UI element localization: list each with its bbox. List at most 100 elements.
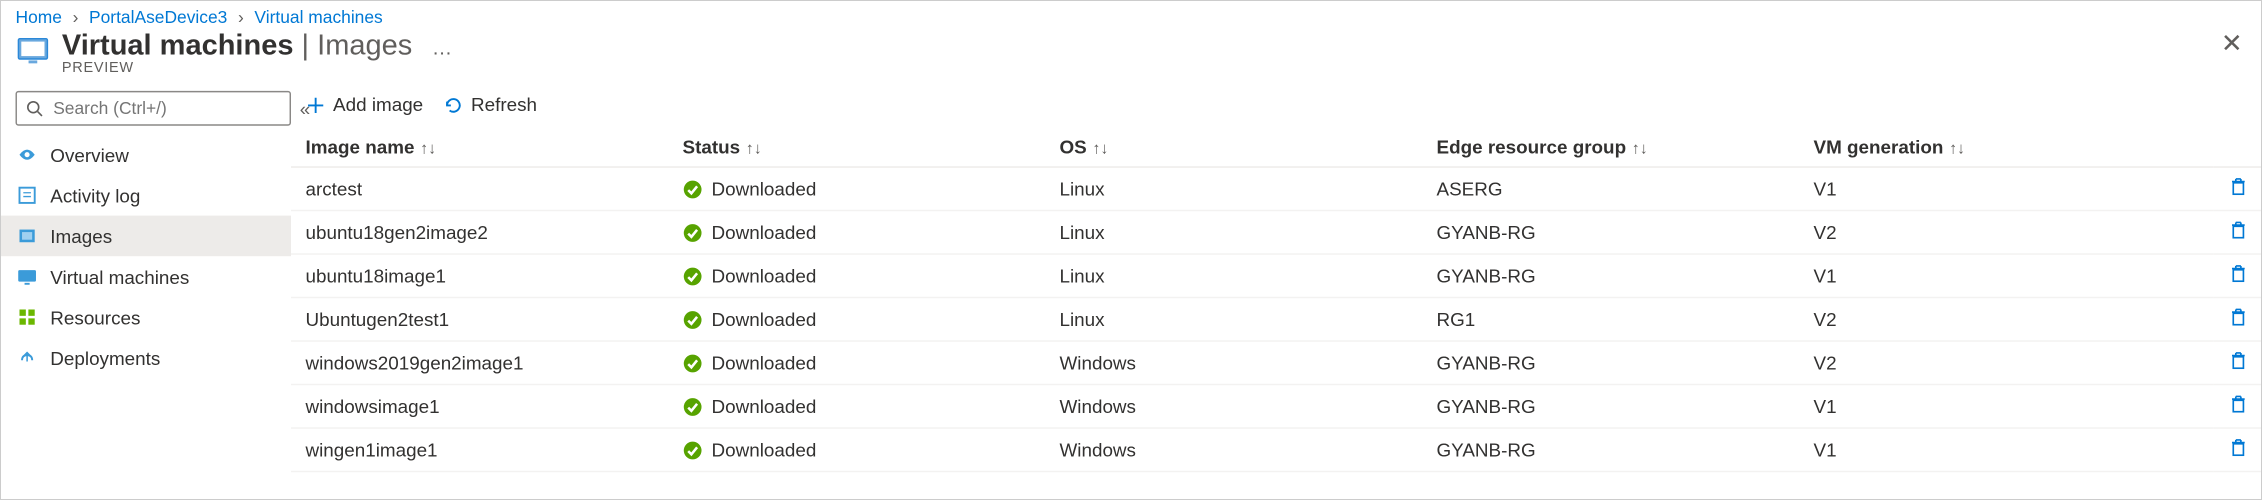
breadcrumb-home[interactable]: Home <box>16 7 62 27</box>
plus-icon <box>306 95 326 115</box>
cell-image-name: ubuntu18gen2image2 <box>291 211 668 255</box>
cell-rg: GYANB-RG <box>1422 254 1799 298</box>
table-row[interactable]: windows2019gen2image1DownloadedWindowsGY… <box>291 341 2262 385</box>
trash-icon <box>2228 176 2248 196</box>
cell-image-name: wingen1image1 <box>291 428 668 472</box>
column-header-rg[interactable]: Edge resource group↑↓ <box>1422 127 1799 167</box>
search-input[interactable] <box>16 91 292 126</box>
breadcrumb-vm[interactable]: Virtual machines <box>254 7 382 27</box>
success-icon <box>683 353 703 373</box>
column-header-name[interactable]: Image name↑↓ <box>291 127 668 167</box>
table-header-row: Image name↑↓ Status↑↓ OS↑↓ Edge resource… <box>291 127 2262 167</box>
page-header: Virtual machines | Images … PREVIEW ✕ <box>1 30 2262 85</box>
deployments-icon <box>16 346 39 369</box>
table-row[interactable]: arctestDownloadedLinuxASERGV1 <box>291 167 2262 211</box>
sort-icon: ↑↓ <box>420 140 436 157</box>
trash-icon <box>2228 307 2248 327</box>
cell-status: Downloaded <box>668 341 1045 385</box>
delete-button[interactable] <box>2228 307 2248 327</box>
sidebar-item-label: Images <box>50 225 112 247</box>
cell-gen: V1 <box>1799 254 2214 298</box>
sort-icon: ↑↓ <box>1632 140 1648 157</box>
refresh-label: Refresh <box>471 94 537 116</box>
delete-button[interactable] <box>2228 394 2248 414</box>
cell-image-name: Ubuntugen2test1 <box>291 298 668 342</box>
breadcrumb: Home › PortalAseDevice3 › Virtual machin… <box>1 1 2262 30</box>
chevron-right-icon: › <box>67 7 84 27</box>
cell-status: Downloaded <box>668 254 1045 298</box>
success-icon <box>683 222 703 242</box>
cell-status: Downloaded <box>668 298 1045 342</box>
sort-icon: ↑↓ <box>1949 140 1965 157</box>
cell-gen: V1 <box>1799 385 2214 429</box>
sidebar: « Overview Activity log Images <box>1 85 291 500</box>
cell-os: Linux <box>1045 254 1422 298</box>
cell-gen: V2 <box>1799 341 2214 385</box>
overview-icon <box>16 143 39 166</box>
images-icon <box>16 224 39 247</box>
add-image-label: Add image <box>333 94 423 116</box>
cell-gen: V1 <box>1799 428 2214 472</box>
trash-icon <box>2228 350 2248 370</box>
delete-button[interactable] <box>2228 350 2248 370</box>
breadcrumb-device[interactable]: PortalAseDevice3 <box>89 7 227 27</box>
sidebar-item-deployments[interactable]: Deployments <box>1 337 291 378</box>
delete-button[interactable] <box>2228 263 2248 283</box>
activity-log-icon <box>16 184 39 207</box>
table-row[interactable]: Ubuntugen2test1DownloadedLinuxRG1V2 <box>291 298 2262 342</box>
main-content: Add image Refresh Image name↑↓ Status↑↓ … <box>291 85 2262 500</box>
column-header-status[interactable]: Status↑↓ <box>668 127 1045 167</box>
sidebar-item-overview[interactable]: Overview <box>1 134 291 175</box>
cell-os: Linux <box>1045 167 1422 211</box>
success-icon <box>683 396 703 416</box>
sidebar-item-label: Resources <box>50 306 140 328</box>
sidebar-item-resources[interactable]: Resources <box>1 297 291 338</box>
table-row[interactable]: wingen1image1DownloadedWindowsGYANB-RGV1 <box>291 428 2262 472</box>
cell-image-name: windowsimage1 <box>291 385 668 429</box>
sidebar-item-label: Activity log <box>50 184 140 206</box>
cell-os: Windows <box>1045 428 1422 472</box>
sort-icon: ↑↓ <box>1093 140 1109 157</box>
resources-icon <box>16 306 39 329</box>
success-icon <box>683 179 703 199</box>
cell-rg: GYANB-RG <box>1422 385 1799 429</box>
success-icon <box>683 309 703 329</box>
column-header-os[interactable]: OS↑↓ <box>1045 127 1422 167</box>
sidebar-item-virtual-machines[interactable]: Virtual machines <box>1 256 291 297</box>
toolbar: Add image Refresh <box>291 91 2262 127</box>
search-icon <box>26 100 43 117</box>
trash-icon <box>2228 394 2248 414</box>
delete-button[interactable] <box>2228 176 2248 196</box>
sort-icon: ↑↓ <box>746 140 762 157</box>
trash-icon <box>2228 263 2248 283</box>
close-button[interactable]: ✕ <box>2221 30 2243 56</box>
success-icon <box>683 440 703 460</box>
cell-status: Downloaded <box>668 167 1045 211</box>
cell-gen: V2 <box>1799 298 2214 342</box>
cell-image-name: windows2019gen2image1 <box>291 341 668 385</box>
cell-rg: ASERG <box>1422 167 1799 211</box>
success-icon <box>683 266 703 286</box>
refresh-button[interactable]: Refresh <box>443 94 537 116</box>
cell-gen: V2 <box>1799 211 2214 255</box>
sidebar-item-images[interactable]: Images <box>1 216 291 257</box>
delete-button[interactable] <box>2228 437 2248 457</box>
cell-status: Downloaded <box>668 211 1045 255</box>
table-row[interactable]: ubuntu18gen2image2DownloadedLinuxGYANB-R… <box>291 211 2262 255</box>
table-row[interactable]: ubuntu18image1DownloadedLinuxGYANB-RGV1 <box>291 254 2262 298</box>
add-image-button[interactable]: Add image <box>306 94 424 116</box>
column-header-gen[interactable]: VM generation↑↓ <box>1799 127 2214 167</box>
cell-rg: GYANB-RG <box>1422 211 1799 255</box>
cell-image-name: ubuntu18image1 <box>291 254 668 298</box>
page-title: Virtual machines | Images <box>62 30 420 62</box>
more-actions-button[interactable]: … <box>432 36 452 59</box>
table-row[interactable]: windowsimage1DownloadedWindowsGYANB-RGV1 <box>291 385 2262 429</box>
delete-button[interactable] <box>2228 220 2248 240</box>
sidebar-item-label: Deployments <box>50 347 160 369</box>
refresh-icon <box>443 95 463 115</box>
cell-os: Windows <box>1045 385 1422 429</box>
sidebar-item-activity-log[interactable]: Activity log <box>1 175 291 216</box>
vm-blade-icon <box>16 33 51 68</box>
vm-icon <box>16 265 39 288</box>
cell-rg: GYANB-RG <box>1422 428 1799 472</box>
